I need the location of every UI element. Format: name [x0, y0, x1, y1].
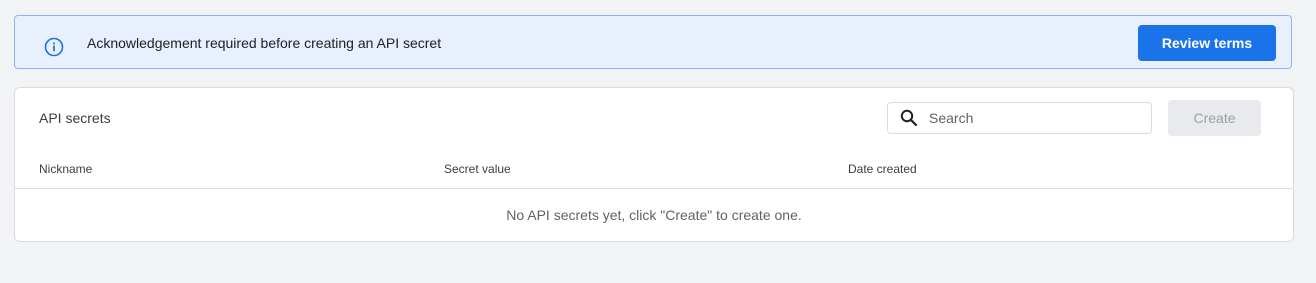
empty-state-message: No API secrets yet, click "Create" to cr… [506, 207, 802, 223]
search-icon [900, 109, 918, 127]
column-header-secret-value: Secret value [444, 162, 511, 176]
card-title: API secrets [39, 110, 111, 126]
api-secrets-card: API secrets Create Nickname Secret value… [14, 87, 1294, 242]
review-terms-button[interactable]: Review terms [1138, 25, 1276, 61]
column-header-date-created: Date created [848, 162, 917, 176]
acknowledgement-banner: Acknowledgement required before creating… [14, 15, 1292, 69]
search-field[interactable] [887, 102, 1152, 134]
info-icon [44, 37, 64, 57]
table-header-divider [15, 188, 1293, 189]
create-button[interactable]: Create [1168, 100, 1261, 136]
search-input[interactable] [929, 108, 1139, 128]
banner-message: Acknowledgement required before creating… [87, 35, 442, 51]
column-header-nickname: Nickname [39, 162, 93, 176]
